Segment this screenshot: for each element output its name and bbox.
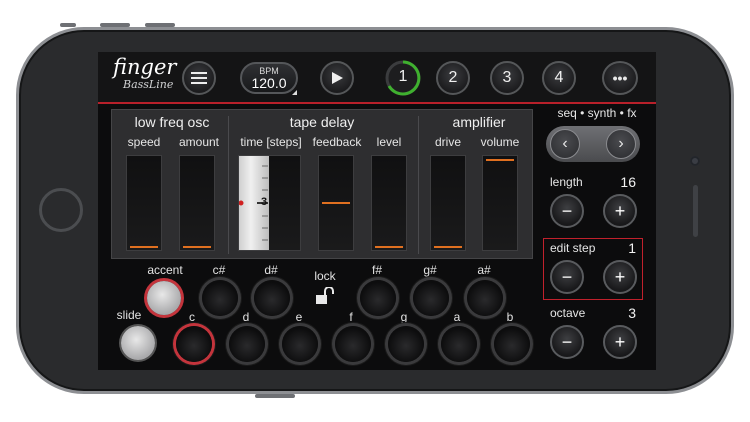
bpm-corner-arrow-icon <box>292 90 297 95</box>
delay-level-slider[interactable] <box>371 155 407 251</box>
delay-time-slider[interactable]: 3 <box>238 155 301 251</box>
amp-volume-slider[interactable] <box>482 155 518 251</box>
amp-drive-label: drive <box>434 135 461 149</box>
slide-label: slide <box>116 308 142 322</box>
delay-time-value: 3 <box>261 196 268 208</box>
logo-sub-text: BassLine <box>123 78 174 91</box>
edit-step-decrease-button[interactable]: − <box>550 260 584 294</box>
key-e-label: e <box>295 310 303 324</box>
slider-marker <box>130 246 158 248</box>
key-g-sharp-label: g# <box>423 263 437 277</box>
amp-volume-label: volume <box>480 135 520 149</box>
mode-prev-button[interactable]: ‹ <box>550 129 580 159</box>
length-decrease-button[interactable]: − <box>550 194 584 228</box>
mode-switcher: ‹ › <box>546 126 640 162</box>
slider-marker <box>434 246 462 248</box>
menu-button[interactable] <box>182 61 216 95</box>
key-f-label: f <box>349 310 353 324</box>
speaker-grille <box>693 185 698 237</box>
unlock-icon[interactable] <box>315 287 337 305</box>
length-label: length <box>550 175 583 189</box>
section-divider <box>228 116 229 254</box>
key-c-sharp-label: c# <box>212 263 226 277</box>
home-button[interactable] <box>39 188 83 232</box>
edit-step-increase-button[interactable]: + <box>603 260 637 294</box>
lfo-amount-label: amount <box>178 135 220 149</box>
key-f-sharp-label: f# <box>371 263 382 277</box>
bpm-display[interactable]: BPM 120.0 <box>240 62 298 94</box>
key-b[interactable] <box>494 326 530 362</box>
delay-feedback-slider[interactable] <box>318 155 354 251</box>
volume-down-side-button <box>145 23 175 27</box>
octave-decrease-button[interactable]: − <box>550 325 584 359</box>
top-bar: finger BassLine BPM 120.0 1 2 3 4 ••• <box>98 52 656 104</box>
key-f[interactable] <box>335 326 371 362</box>
mode-label: seq • synth • fx <box>557 106 637 120</box>
section-divider <box>418 116 419 254</box>
key-a-label: a <box>453 310 461 324</box>
key-a-sharp-label: a# <box>477 263 491 277</box>
amplifier-title: amplifier <box>452 114 506 130</box>
octave-value: 3 <box>628 305 636 321</box>
volume-up-side-button <box>100 23 130 27</box>
slider-marker <box>375 246 403 248</box>
tape-delay-title: tape delay <box>289 114 355 130</box>
power-side-button <box>255 394 295 398</box>
key-c-label: c <box>189 310 195 324</box>
mode-next-button[interactable]: › <box>606 129 636 159</box>
key-d-sharp-label: d# <box>264 263 278 277</box>
app-logo: finger BassLine <box>113 55 176 91</box>
app-screen: finger BassLine BPM 120.0 1 2 3 4 ••• lo… <box>98 52 656 370</box>
accent-label: accent <box>147 263 183 277</box>
lfo-amount-slider[interactable] <box>179 155 215 251</box>
pattern-2-button[interactable]: 2 <box>436 61 470 95</box>
slider-marker <box>322 202 350 204</box>
pattern-1-label: 1 <box>398 68 408 85</box>
synth-panel: low freq osc speed amount tape delay tim… <box>111 109 533 259</box>
key-a[interactable] <box>441 326 477 362</box>
key-d[interactable] <box>229 326 265 362</box>
octave-increase-button[interactable]: + <box>603 325 637 359</box>
lfo-speed-slider[interactable] <box>126 155 162 251</box>
slide-toggle[interactable] <box>121 326 155 360</box>
hamburger-menu-icon <box>191 72 207 84</box>
lock-label: lock <box>314 269 336 283</box>
chevron-left-icon: ‹ <box>562 135 568 152</box>
slider-marker <box>183 246 211 248</box>
key-c[interactable] <box>176 326 212 362</box>
length-value: 16 <box>620 174 636 190</box>
lfo-speed-label: speed <box>127 135 161 149</box>
delay-feedback-label: feedback <box>312 135 362 149</box>
play-button[interactable] <box>320 61 354 95</box>
edit-step-value: 1 <box>628 240 636 256</box>
key-e[interactable] <box>282 326 318 362</box>
delay-level-label: level <box>376 135 402 149</box>
key-g-label: g <box>400 310 408 324</box>
pattern-3-button[interactable]: 3 <box>490 61 524 95</box>
octave-label: octave <box>550 306 586 320</box>
play-icon <box>332 72 343 84</box>
chevron-right-icon: › <box>618 135 624 152</box>
key-g[interactable] <box>388 326 424 362</box>
delay-time-label: time [steps] <box>240 135 302 149</box>
more-button[interactable]: ••• <box>602 61 638 95</box>
pattern-4-button[interactable]: 4 <box>542 61 576 95</box>
length-increase-button[interactable]: + <box>603 194 637 228</box>
slider-marker <box>486 159 514 161</box>
bpm-value: 120.0 <box>251 75 287 91</box>
mute-side-switch <box>60 23 76 27</box>
logo-main-text: finger <box>113 55 177 79</box>
amp-drive-slider[interactable] <box>430 155 466 251</box>
key-d-label: d <box>242 310 250 324</box>
edit-step-label: edit step <box>550 241 596 255</box>
camera-icon <box>690 156 700 166</box>
pattern-1-button[interactable]: 1 <box>384 59 422 97</box>
key-b-label: b <box>506 310 514 324</box>
lfo-title: low freq osc <box>134 114 210 130</box>
accent-toggle[interactable] <box>147 281 181 315</box>
